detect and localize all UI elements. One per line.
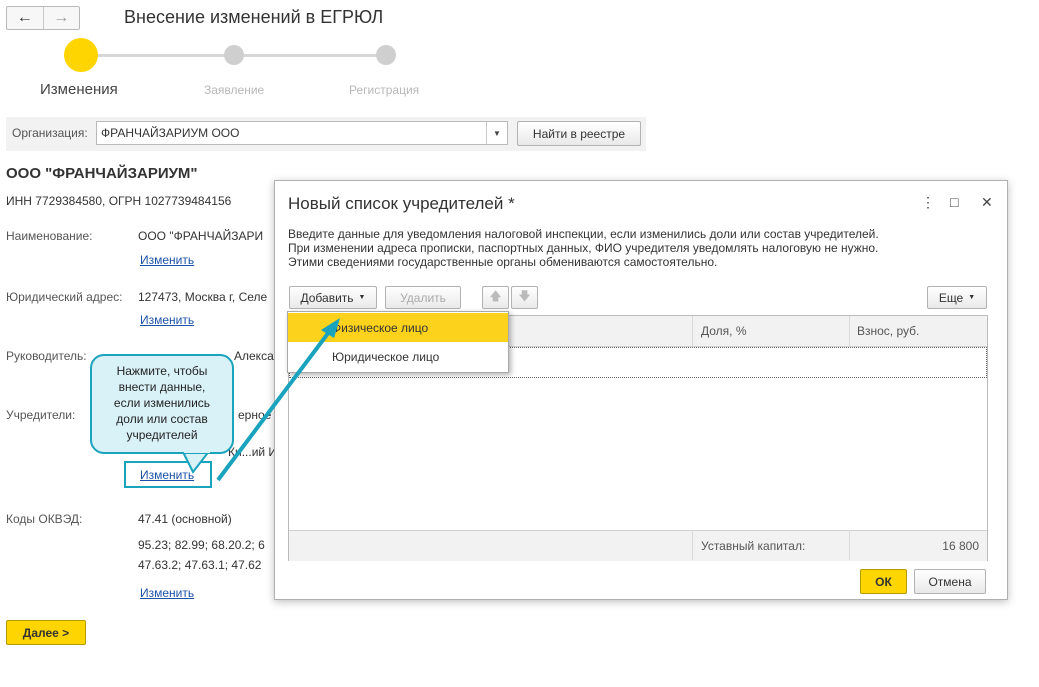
callout-arrow-overlay [180,318,340,482]
callout-line: Нажмите, чтобы [116,364,208,378]
callout-tail-cover [184,448,210,453]
arrowhead-icon [321,318,340,338]
hint-callout: Нажмите, чтобы внести данные, если измен… [90,354,234,454]
callout-text: Нажмите, чтобы внести данные, если измен… [92,363,232,443]
pointer-arrow-icon [216,330,331,482]
callout-line: доли или состав [116,412,208,426]
callout-line: если изменились [113,396,211,410]
callout-line: внести данные, [118,380,206,394]
callout-line: учредителей [126,428,198,442]
